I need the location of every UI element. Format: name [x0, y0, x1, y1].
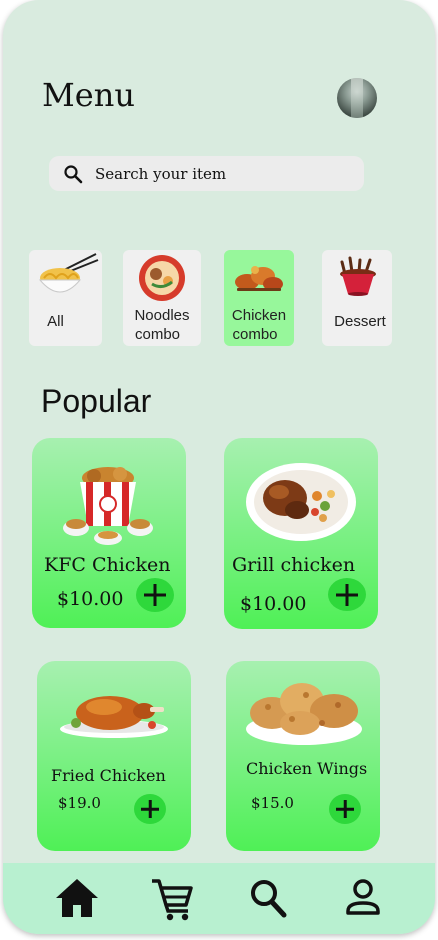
- product-name: Chicken Wings: [246, 759, 368, 778]
- product-card[interactable]: Grill chicken $10.00: [224, 438, 378, 629]
- add-to-cart-button[interactable]: [328, 578, 366, 611]
- product-name: Grill chicken: [232, 554, 356, 576]
- avatar[interactable]: [337, 78, 377, 118]
- product-price: $10.00: [240, 593, 307, 615]
- chicken-pieces-icon: [235, 266, 283, 291]
- product-card[interactable]: Fried Chicken $19.0: [37, 661, 191, 851]
- search-icon: [64, 165, 83, 184]
- category-noodles-combo[interactable]: Noodles combo: [123, 250, 201, 346]
- category-label: Chicken: [231, 307, 287, 324]
- category-chicken-combo[interactable]: Chicken combo: [224, 250, 294, 346]
- product-price: $15.0: [251, 794, 294, 812]
- cart-icon[interactable]: [150, 877, 194, 921]
- product-price: $10.00: [57, 588, 124, 610]
- category-label: combo: [134, 326, 181, 343]
- section-title: Popular: [41, 383, 152, 419]
- profile-icon[interactable]: [343, 877, 383, 919]
- product-name: Fried Chicken: [51, 766, 166, 785]
- add-to-cart-button[interactable]: [136, 578, 174, 612]
- category-all[interactable]: All: [29, 250, 102, 346]
- product-price: $19.0: [58, 794, 101, 812]
- noodle-soup-icon: [139, 255, 185, 301]
- category-label: combo: [232, 326, 278, 343]
- add-to-cart-button[interactable]: [329, 794, 361, 824]
- chicken-wings-plate-image: [246, 683, 362, 745]
- bottom-nav: [3, 863, 435, 934]
- product-card[interactable]: Chicken Wings $15.0: [226, 661, 380, 851]
- product-name: KFC Chicken: [44, 554, 171, 576]
- noodle-bowl-icon: [38, 253, 99, 293]
- category-label: All: [47, 313, 64, 330]
- category-label: Dessert: [334, 313, 386, 330]
- add-to-cart-button[interactable]: [134, 794, 166, 824]
- kfc-bucket-image: [63, 467, 153, 545]
- roast-chicken-image: [60, 696, 168, 738]
- dessert-cup-icon: [340, 256, 376, 296]
- category-label: Noodles: [134, 307, 190, 324]
- app-screen: Menu Search your item All Noodles combo: [3, 0, 435, 934]
- grill-chicken-plate-image: [246, 463, 356, 541]
- search-input[interactable]: Search your item: [95, 165, 226, 183]
- home-icon[interactable]: [54, 877, 100, 919]
- search-icon[interactable]: [249, 877, 289, 919]
- search-bar[interactable]: Search your item: [49, 156, 364, 191]
- category-dessert[interactable]: Dessert: [322, 250, 392, 346]
- product-card[interactable]: KFC Chicken $10.00: [32, 438, 186, 628]
- page-title: Menu: [42, 76, 135, 114]
